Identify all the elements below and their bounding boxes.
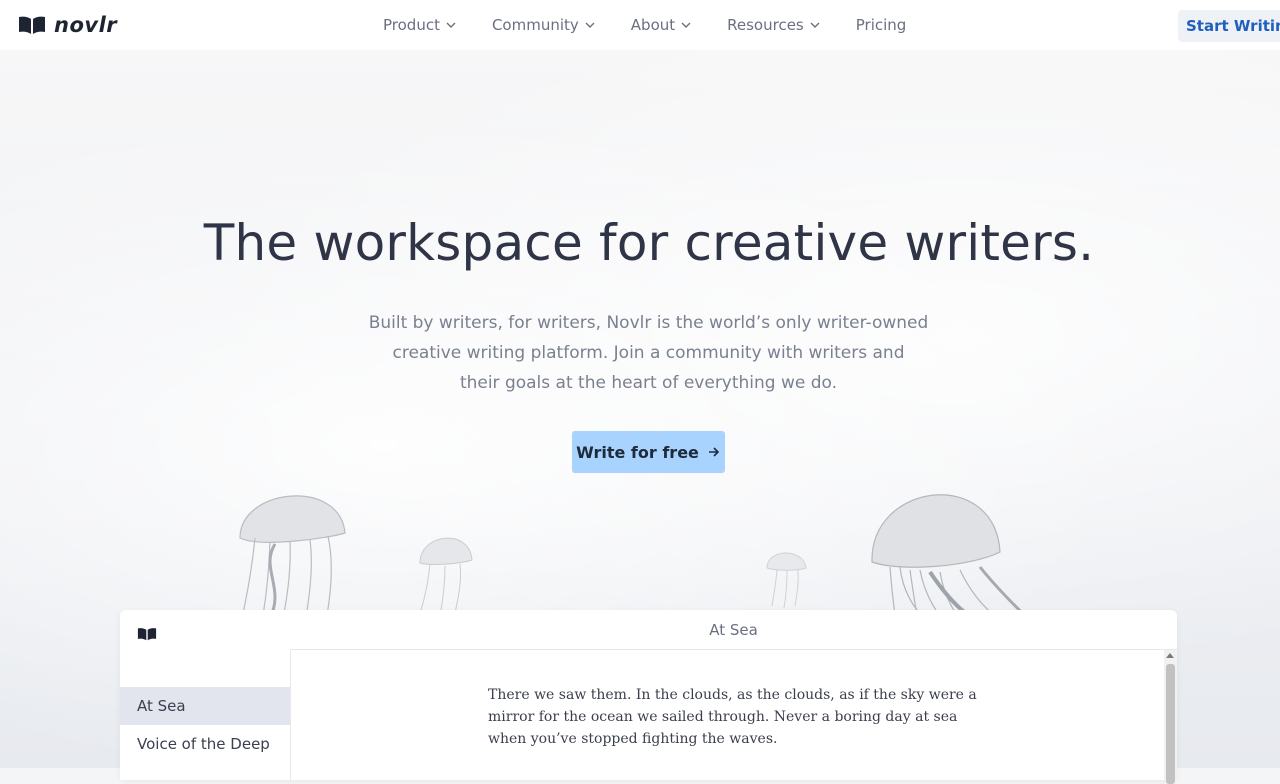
editor-scrollbar[interactable] (1164, 650, 1177, 784)
nav-item-label: Pricing (855, 16, 907, 34)
hero-title: The workspace for creative writers. (203, 214, 1095, 272)
document-title: At Sea (290, 610, 1177, 650)
write-for-free-label: Write for free (576, 442, 699, 462)
scrollbar-thumb[interactable] (1166, 664, 1175, 784)
sidebar-item-at-sea[interactable]: At Sea (120, 687, 290, 725)
nav-item-label: Resources (727, 16, 804, 34)
document-line: when you’ve stopped fighting the waves. (488, 731, 778, 747)
hero-subtitle-line: Built by writers, for writers, Novlr is … (368, 313, 929, 333)
nav-item-resources[interactable]: Resources (727, 16, 821, 34)
nav-item-product[interactable]: Product (383, 16, 457, 34)
hero-subtitle: Built by writers, for writers, Novlr is … (340, 308, 957, 398)
jellyfish-illustration-small (419, 537, 473, 617)
hero-subtitle-line: their goals at the heart of everything w… (459, 373, 838, 393)
nav-item-label: About (630, 16, 676, 34)
nav-item-community[interactable]: Community (492, 16, 596, 34)
open-book-icon (19, 16, 45, 34)
scroll-up-arrow-icon[interactable] (1166, 653, 1174, 658)
start-writing-button[interactable]: Start Writing (1178, 10, 1280, 42)
document-line: mirror for the ocean we sailed through. … (488, 709, 958, 725)
chevron-down-icon (810, 22, 820, 28)
hero-subtitle-line: creative writing platform. Join a commun… (392, 343, 905, 363)
document-body[interactable]: There we saw them. In the clouds, as the… (488, 684, 978, 750)
nav-item-about[interactable]: About (631, 16, 692, 34)
document-line: There we saw them. In the clouds, as the… (488, 687, 977, 703)
chevron-down-icon (585, 22, 595, 28)
nav-item-label: Product (383, 16, 440, 34)
write-for-free-button[interactable]: Write for free (572, 431, 725, 473)
top-nav: novlr Product Community About Resources … (0, 0, 1280, 50)
arrow-right-icon (708, 447, 720, 457)
jellyfish-illustration-tiny (766, 552, 807, 608)
app-sidebar: At Sea Voice of the Deep (120, 610, 290, 780)
chevron-down-icon (681, 22, 691, 28)
nav-item-pricing[interactable]: Pricing (856, 16, 907, 34)
app-preview: At Sea Voice of the Deep At Sea There we… (120, 610, 1177, 784)
sidebar-item-voice-of-the-deep[interactable]: Voice of the Deep (120, 725, 290, 763)
editor-area[interactable]: There we saw them. In the clouds, as the… (290, 650, 1165, 780)
nav-menu: Product Community About Resources Pricin… (383, 0, 941, 50)
brand-logo[interactable]: novlr (18, 12, 117, 38)
open-book-icon (137, 628, 157, 641)
brand-name: novlr (54, 13, 118, 37)
nav-item-label: Community (491, 16, 579, 34)
chevron-down-icon (446, 22, 456, 28)
